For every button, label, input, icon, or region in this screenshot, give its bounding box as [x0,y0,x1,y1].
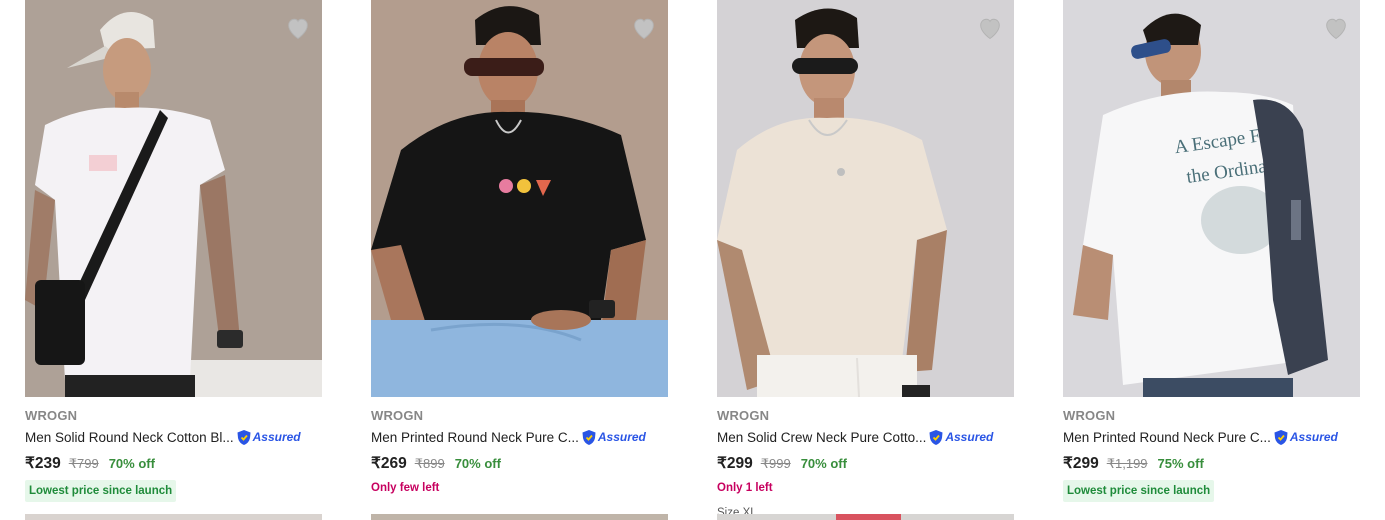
product-brand: WROGN [371,408,424,423]
assured-shield-icon [582,429,596,445]
selling-price: ₹299 [717,455,753,472]
product-brand: WROGN [25,408,78,423]
assured-badge: Assured [1273,429,1338,446]
product-card[interactable]: WROGN Men Printed Round Neck Pure C... A… [371,0,668,520]
stock-status: Only few left [371,482,440,494]
lowest-price-badge: Lowest price since launch [25,480,177,502]
product-image[interactable] [25,0,322,397]
selling-price: ₹239 [25,455,61,472]
assured-label: Assured [945,430,994,444]
assured-badge: Assured [236,429,301,446]
assured-shield-icon [1274,429,1288,445]
product-image[interactable]: A Escape From the Ordinary [1063,0,1360,397]
product-brand: WROGN [1063,408,1116,423]
discount-label: 70% off [454,456,501,471]
product-image[interactable] [371,0,668,397]
product-card[interactable]: A Escape From the Ordinary WROGN Men Pri… [1063,0,1360,520]
next-product-image-edge[interactable] [371,514,668,520]
assured-label: Assured [597,430,646,444]
product-brand: WROGN [717,408,770,423]
product-title[interactable]: Men Solid Crew Neck Pure Cotto... [717,430,926,445]
original-price: ₹999 [760,456,791,471]
selling-price: ₹269 [371,455,407,472]
wishlist-heart-icon[interactable] [284,14,312,42]
original-price: ₹1,199 [1106,456,1148,471]
product-card[interactable]: WROGN Men Solid Round Neck Cotton Bl... … [25,0,322,520]
lowest-price-badge: Lowest price since launch [1063,480,1215,502]
assured-badge: Assured [928,429,993,446]
wishlist-heart-icon[interactable] [1322,14,1350,42]
product-title[interactable]: Men Printed Round Neck Pure C... [371,430,579,445]
product-card[interactable]: WROGN Men Solid Crew Neck Pure Cotto... … [717,0,1014,520]
product-image[interactable] [717,0,1014,397]
original-price: ₹799 [68,456,99,471]
stock-status: Only 1 left [717,482,773,494]
assured-label: Assured [1289,430,1338,444]
product-title[interactable]: Men Solid Round Neck Cotton Bl... [25,430,234,445]
discount-label: 70% off [800,456,847,471]
wishlist-heart-icon[interactable] [630,14,658,42]
next-product-image-edge[interactable] [717,514,1014,520]
wishlist-heart-icon[interactable] [976,14,1004,42]
next-product-image-edge[interactable] [25,514,322,520]
assured-shield-icon [929,429,943,445]
product-title[interactable]: Men Printed Round Neck Pure C... [1063,430,1271,445]
original-price: ₹899 [414,456,445,471]
selling-price: ₹299 [1063,455,1099,472]
assured-label: Assured [252,430,301,444]
discount-label: 75% off [1157,456,1204,471]
assured-badge: Assured [581,429,646,446]
discount-label: 70% off [108,456,155,471]
assured-shield-icon [237,429,251,445]
